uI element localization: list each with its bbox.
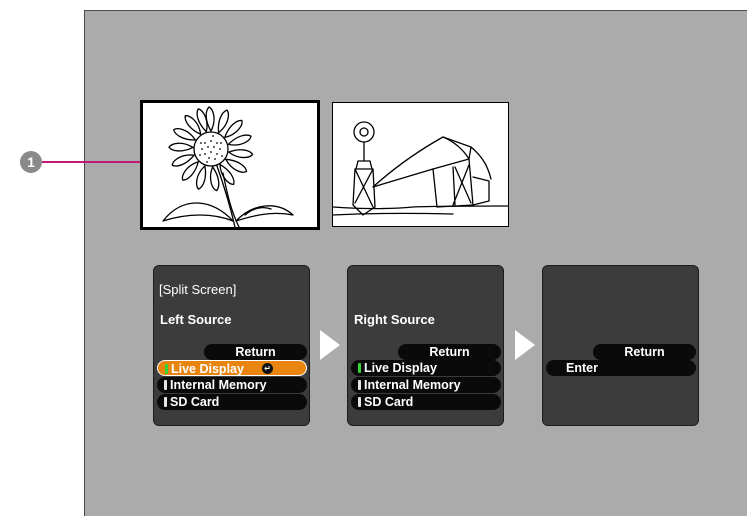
menu-item-return[interactable]: Return <box>204 344 307 360</box>
menu-item-live-display[interactable]: Live Display <box>351 360 501 376</box>
menu-item-label: Internal Memory <box>364 378 461 392</box>
enter-icon: ↵ <box>262 363 273 374</box>
source-indicator-icon <box>358 363 361 373</box>
menu-item-internal-memory[interactable]: Internal Memory <box>157 377 307 393</box>
menu-item-label: Return <box>235 345 276 359</box>
step-arrow-icon <box>515 330 535 360</box>
split-screen-panel-left-source: [Split Screen] Left Source Return Live D… <box>153 265 310 426</box>
source-indicator-icon <box>358 380 361 390</box>
callout-number: 1 <box>20 151 42 173</box>
step-arrow-icon <box>320 330 340 360</box>
projector-screen <box>84 10 747 516</box>
source-indicator-icon <box>164 397 167 407</box>
menu-item-sd-card[interactable]: SD Card <box>157 394 307 410</box>
menu-item-label: Enter <box>566 361 598 375</box>
menu-item-internal-memory[interactable]: Internal Memory <box>351 377 501 393</box>
panel-title: [Split Screen] <box>159 282 237 297</box>
source-indicator-icon <box>358 397 361 407</box>
split-screen-panel-right-source: Right Source Return Live Display Interna… <box>347 265 504 426</box>
menu-item-label: Live Display <box>171 362 244 376</box>
diagram-page: 1 [Split Screen] Left Source Return Live… <box>0 0 747 516</box>
menu-item-label: Return <box>429 345 470 359</box>
barn-windmill-icon <box>333 121 508 216</box>
menu-item-label: Live Display <box>364 361 437 375</box>
right-source-preview <box>332 102 509 227</box>
left-source-preview <box>140 100 320 230</box>
menu-item-sd-card[interactable]: SD Card <box>351 394 501 410</box>
source-indicator-icon <box>165 364 168 374</box>
source-indicator-icon <box>164 380 167 390</box>
menu-item-label: SD Card <box>364 395 414 409</box>
menu-item-label: SD Card <box>170 395 220 409</box>
split-screen-panel-confirm: Return Enter <box>542 265 699 426</box>
menu-item-label: Return <box>624 345 665 359</box>
panel-subtitle: Left Source <box>160 312 232 327</box>
sunflower-icon <box>162 106 294 227</box>
panel-subtitle: Right Source <box>354 312 435 327</box>
menu-item-live-display[interactable]: Live Display ↵ <box>157 360 307 376</box>
menu-item-label: Internal Memory <box>170 378 267 392</box>
menu-item-return[interactable]: Return <box>593 344 696 360</box>
menu-item-enter[interactable]: Enter <box>546 360 696 376</box>
menu-item-return[interactable]: Return <box>398 344 501 360</box>
callout-leader-line <box>42 161 140 163</box>
